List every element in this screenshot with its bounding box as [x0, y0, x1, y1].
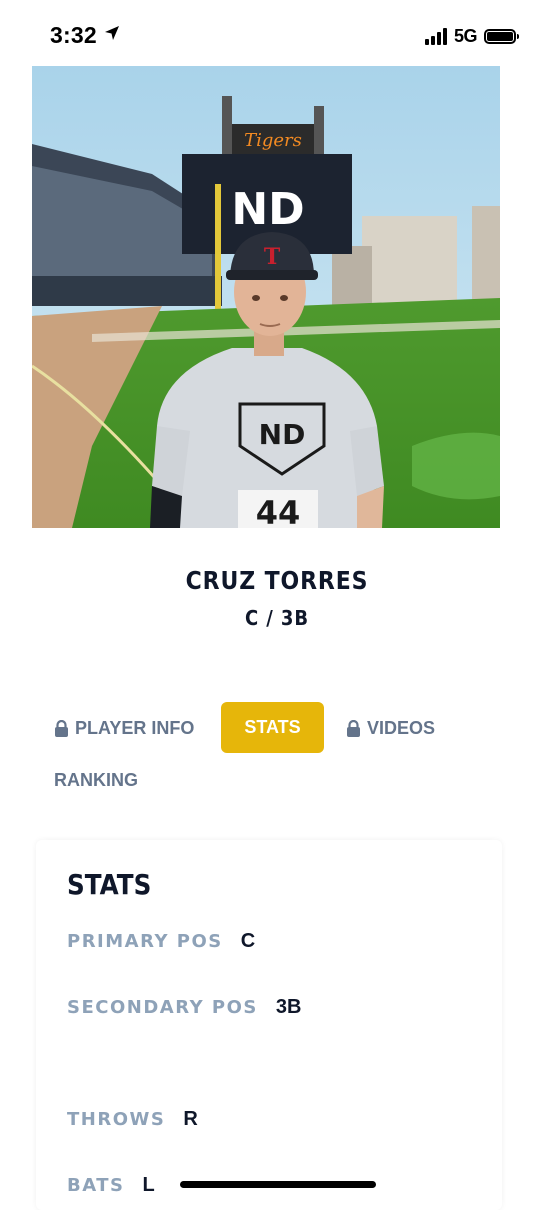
stats-card: STATS PRIMARY POS C SECONDARY POS 3B THR… [36, 840, 502, 1210]
status-bar: 3:32 5G [0, 0, 554, 70]
battery-icon [484, 29, 519, 44]
player-positions: C / 3B [245, 606, 309, 630]
stat-label: THROWS [67, 1109, 166, 1130]
stat-label: BATS [67, 1175, 125, 1196]
tab-stats[interactable]: STATS [221, 702, 324, 753]
signal-bars-icon [424, 28, 447, 45]
stat-value: L [142, 1174, 155, 1196]
tab-videos[interactable]: VIDEOS [346, 718, 435, 739]
clock-area: 3:32 [50, 22, 121, 49]
tab-ranking-label: RANKING [54, 770, 138, 790]
stadium-sign-text: Tigers [244, 130, 302, 151]
stat-label: SECONDARY POS [67, 997, 258, 1018]
tab-player-info[interactable]: PLAYER INFO [54, 718, 194, 739]
cap-logo: T [264, 244, 281, 270]
stat-value: 3B [275, 996, 302, 1018]
lock-icon [346, 719, 361, 737]
scoreboard-logo: ND [231, 184, 304, 235]
stat-value: C [240, 930, 256, 952]
tab-player-info-label: PLAYER INFO [75, 718, 195, 738]
stat-label: PRIMARY POS [67, 931, 223, 952]
network-type: 5G [453, 26, 478, 46]
location-arrow-icon [103, 24, 121, 47]
stat-row-throws: THROWS R [67, 1108, 198, 1131]
stat-row-primary-pos: PRIMARY POS C [67, 930, 255, 953]
player-photo: Tigers ND ND 44 T [32, 66, 500, 528]
stat-value: R [183, 1108, 198, 1130]
status-indicators: 5G [424, 26, 519, 47]
status-time: 3:32 [50, 22, 97, 48]
home-indicator[interactable] [180, 1181, 376, 1188]
player-name: CRUZ TORRES [185, 566, 369, 595]
shirt-logo: ND [259, 418, 306, 451]
tab-ranking[interactable]: RANKING [54, 770, 138, 791]
stat-row-bats: BATS L [67, 1174, 155, 1197]
tab-videos-label: VIDEOS [367, 718, 436, 738]
jersey-number: 44 [256, 494, 301, 528]
tab-stats-label: STATS [244, 717, 301, 737]
stats-title: STATS [67, 868, 152, 901]
lock-icon [54, 719, 69, 737]
stat-row-secondary-pos: SECONDARY POS 3B [67, 996, 301, 1019]
